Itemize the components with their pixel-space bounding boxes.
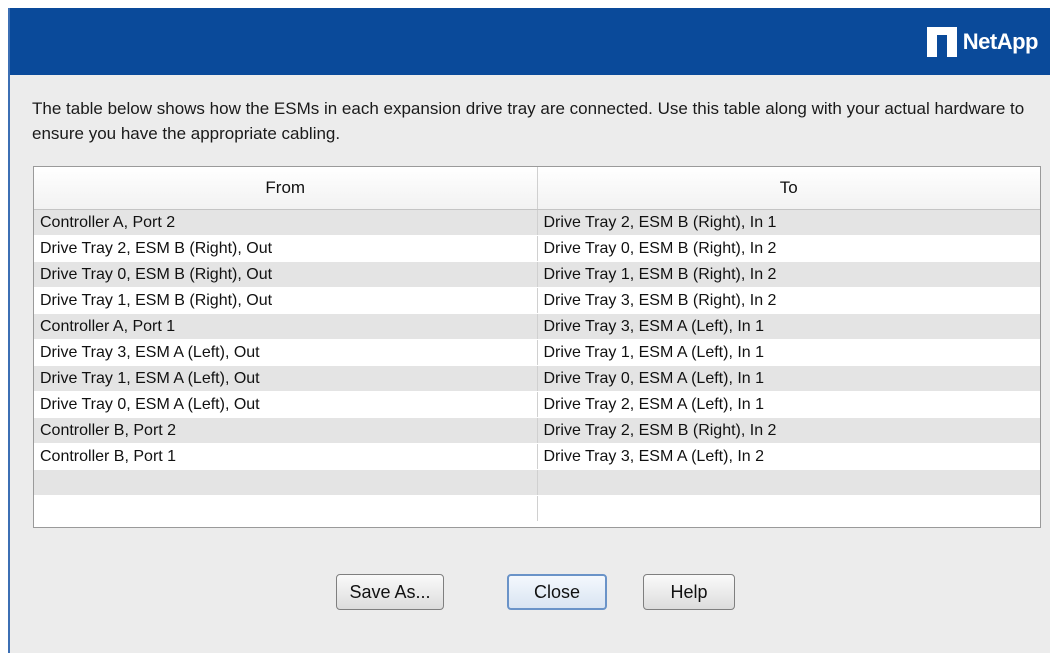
cell-to: Drive Tray 3, ESM A (Left), In 1 [537, 313, 1040, 340]
cell-from: Drive Tray 0, ESM A (Left), Out [34, 391, 538, 418]
close-button[interactable]: Close [507, 574, 607, 610]
table-row[interactable]: Controller A, Port 1 Drive Tray 3, ESM A … [34, 313, 1040, 340]
button-bar: Save As... Close Help [10, 574, 1050, 614]
cell-from: Controller B, Port 2 [34, 417, 538, 444]
cell-to: Drive Tray 1, ESM B (Right), In 2 [537, 261, 1040, 288]
table-row[interactable] [34, 469, 1040, 496]
table-row[interactable]: Controller B, Port 2 Drive Tray 2, ESM B … [34, 417, 1040, 444]
cell-to: Drive Tray 2, ESM B (Right), In 1 [537, 209, 1040, 236]
cell-from: Controller A, Port 2 [34, 209, 538, 236]
screenshot-frame: NetApp The table below shows how the ESM… [0, 0, 1050, 653]
cell-from [34, 495, 538, 522]
intro-text: The table below shows how the ESMs in ea… [32, 99, 1025, 143]
cell-from: Controller A, Port 1 [34, 313, 538, 340]
cabling-dialog: NetApp The table below shows how the ESM… [8, 8, 1050, 653]
table-row[interactable]: Drive Tray 2, ESM B (Right), Out Drive Tr… [34, 235, 1040, 262]
cabling-table[interactable]: From To Controller A, Port 2 Drive Tray 2… [33, 166, 1041, 528]
cell-from: Drive Tray 3, ESM A (Left), Out [34, 339, 538, 366]
table-body: Controller A, Port 2 Drive Tray 2, ESM B … [34, 209, 1040, 522]
cell-to: Drive Tray 2, ESM A (Left), In 1 [537, 391, 1040, 418]
save-as-button[interactable]: Save As... [336, 574, 444, 610]
table-row[interactable]: Drive Tray 1, ESM A (Left), Out Drive Tra… [34, 365, 1040, 392]
cell-to [537, 469, 1040, 496]
table-row[interactable] [34, 495, 1040, 522]
cell-to: Drive Tray 0, ESM B (Right), In 2 [537, 235, 1040, 262]
cell-from: Drive Tray 1, ESM B (Right), Out [34, 287, 538, 314]
table-row[interactable]: Drive Tray 1, ESM B (Right), Out Drive Tr… [34, 287, 1040, 314]
column-header-to[interactable]: To [537, 167, 1040, 210]
cell-to: Drive Tray 1, ESM A (Left), In 1 [537, 339, 1040, 366]
cell-from [34, 469, 538, 496]
table-row[interactable]: Drive Tray 0, ESM A (Left), Out Drive Tra… [34, 391, 1040, 418]
table-header-row: From To [34, 167, 1040, 210]
cell-to: Drive Tray 0, ESM A (Left), In 1 [537, 365, 1040, 392]
cell-to: Drive Tray 3, ESM B (Right), In 2 [537, 287, 1040, 314]
netapp-logo-icon [926, 27, 957, 57]
netapp-logo: NetApp [926, 26, 1039, 58]
brand-name: NetApp [962, 29, 1039, 54]
cell-to: Drive Tray 2, ESM B (Right), In 2 [537, 417, 1040, 444]
dialog-header: NetApp [10, 8, 1050, 75]
table-row[interactable]: Controller A, Port 2 Drive Tray 2, ESM B … [34, 209, 1040, 236]
table-row[interactable]: Controller B, Port 1 Drive Tray 3, ESM A … [34, 443, 1040, 470]
cell-from: Drive Tray 2, ESM B (Right), Out [34, 235, 538, 262]
column-header-from[interactable]: From [34, 167, 538, 210]
cell-from: Drive Tray 0, ESM B (Right), Out [34, 261, 538, 288]
cell-to: Drive Tray 3, ESM A (Left), In 2 [537, 443, 1040, 470]
table-row[interactable]: Drive Tray 0, ESM B (Right), Out Drive Tr… [34, 261, 1040, 288]
cell-to [537, 495, 1040, 522]
help-button[interactable]: Help [643, 574, 735, 610]
table-row[interactable]: Drive Tray 3, ESM A (Left), Out Drive Tra… [34, 339, 1040, 366]
cell-from: Controller B, Port 1 [34, 443, 538, 470]
cell-from: Drive Tray 1, ESM A (Left), Out [34, 365, 538, 392]
